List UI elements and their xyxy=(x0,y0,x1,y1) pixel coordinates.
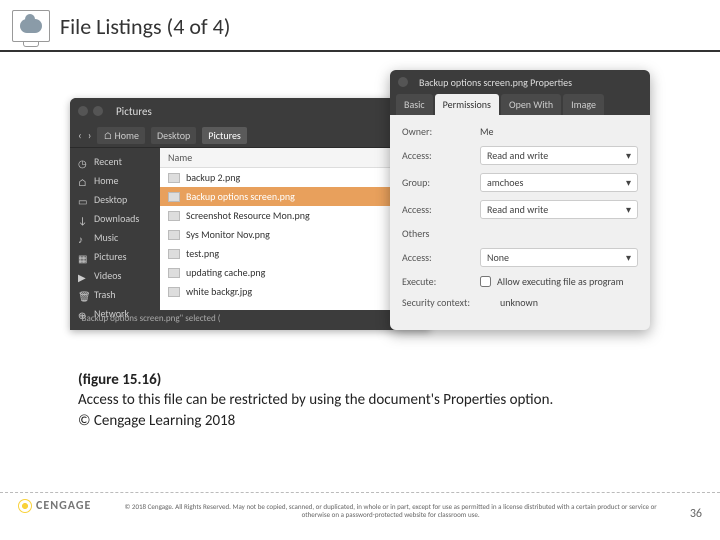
file-manager-window: Pictures ‹ › ⌂ Home Desktop Pictures ◷Re… xyxy=(70,98,430,330)
clock-icon: ◷ xyxy=(78,157,88,167)
slide-title: File Listings (4 of 4) xyxy=(60,13,230,40)
security-context-label: Security context: xyxy=(402,296,492,309)
prop-tabs: Basic Permissions Open With Image xyxy=(390,94,650,115)
download-icon: ↓ xyxy=(78,214,88,224)
cengage-logo: CENGAGE xyxy=(18,499,91,513)
tab-image[interactable]: Image xyxy=(563,94,604,115)
sidebar-item-videos[interactable]: ▶Videos xyxy=(70,266,160,285)
breadcrumb-desktop[interactable]: Desktop xyxy=(151,127,196,144)
figure-number: (figure 15.16) xyxy=(78,370,720,390)
music-icon: ♪ xyxy=(78,233,88,243)
others-label: Others xyxy=(402,227,472,240)
cloud-monitor-icon xyxy=(12,10,50,42)
fm-titlebar: Pictures xyxy=(70,98,430,124)
fm-statusbar: "Backup options screen.png" selected ( xyxy=(70,310,430,330)
prop-window-title: Backup options screen.png Properties xyxy=(419,76,572,89)
image-file-icon xyxy=(168,173,180,183)
sidebar-item-recent[interactable]: ◷Recent xyxy=(70,152,160,171)
sidebar-item-trash[interactable]: 🗑Trash xyxy=(70,285,160,304)
minimize-icon[interactable] xyxy=(93,106,103,116)
sun-icon xyxy=(18,499,32,513)
prop-body: Owner: Me Access: Read and write▾ Group: am… xyxy=(390,115,650,327)
owner-label: Owner: xyxy=(402,125,472,138)
chevron-down-icon: ▾ xyxy=(626,203,631,216)
properties-dialog: Backup options screen.png Properties Bas… xyxy=(390,70,650,330)
chevron-down-icon: ▾ xyxy=(626,149,631,162)
execute-checkbox[interactable]: Allow executing file as program xyxy=(480,275,624,288)
figure-caption: (figure 15.16) Access to this file can b… xyxy=(78,370,720,431)
image-file-icon xyxy=(168,192,180,202)
image-file-icon xyxy=(168,230,180,240)
execute-label: Execute: xyxy=(402,275,472,288)
access-label: Access: xyxy=(402,251,472,264)
slide-footer: CENGAGE © 2018 Cengage. All Rights Reser… xyxy=(0,492,720,540)
access-label: Access: xyxy=(402,203,472,216)
owner-value: Me xyxy=(480,125,638,138)
copyright-text: © 2018 Cengage. All Rights Reserved. May… xyxy=(91,499,689,520)
breadcrumb-current[interactable]: Pictures xyxy=(202,127,247,144)
slide-header: File Listings (4 of 4) xyxy=(0,0,720,52)
sidebar-item-music[interactable]: ♪Music xyxy=(70,228,160,247)
pictures-icon: ▦ xyxy=(78,252,88,262)
tab-open-with[interactable]: Open With xyxy=(501,94,561,115)
owner-access-select[interactable]: Read and write▾ xyxy=(480,146,638,165)
page-number: 36 xyxy=(690,499,702,521)
caption-credit: © Cengage Learning 2018 xyxy=(78,411,720,431)
back-icon[interactable]: ‹ xyxy=(78,129,82,142)
prop-titlebar: Backup options screen.png Properties xyxy=(390,70,650,94)
chevron-down-icon: ▾ xyxy=(626,251,631,264)
chevron-down-icon: ▾ xyxy=(626,176,631,189)
fm-sidebar: ◷Recent ⌂Home ▭Desktop ↓Downloads ♪Music… xyxy=(70,148,160,310)
close-icon[interactable] xyxy=(398,77,408,87)
access-label: Access: xyxy=(402,149,472,162)
caption-text: Access to this file can be restricted by… xyxy=(78,390,720,410)
tab-basic[interactable]: Basic xyxy=(396,94,433,115)
breadcrumb-home[interactable]: ⌂ Home xyxy=(97,127,145,144)
close-icon[interactable] xyxy=(78,106,88,116)
fm-window-title: Pictures xyxy=(116,105,152,118)
sidebar-item-downloads[interactable]: ↓Downloads xyxy=(70,209,160,228)
group-select[interactable]: amchoes▾ xyxy=(480,173,638,192)
sidebar-item-desktop[interactable]: ▭Desktop xyxy=(70,190,160,209)
image-file-icon xyxy=(168,287,180,297)
others-access-select[interactable]: None▾ xyxy=(480,248,638,267)
security-context-value: unknown xyxy=(500,296,638,309)
home-icon: ⌂ xyxy=(78,176,88,186)
image-file-icon xyxy=(168,211,180,221)
image-file-icon xyxy=(168,268,180,278)
sidebar-item-pictures[interactable]: ▦Pictures xyxy=(70,247,160,266)
image-file-icon xyxy=(168,249,180,259)
group-access-select[interactable]: Read and write▾ xyxy=(480,200,638,219)
group-label: Group: xyxy=(402,176,472,189)
video-icon: ▶ xyxy=(78,271,88,281)
desktop-icon: ▭ xyxy=(78,195,88,205)
trash-icon: 🗑 xyxy=(78,290,88,300)
home-icon: ⌂ xyxy=(103,129,112,142)
figure-screenshot: Pictures ‹ › ⌂ Home Desktop Pictures ◷Re… xyxy=(70,70,650,350)
fm-toolbar: ‹ › ⌂ Home Desktop Pictures xyxy=(70,124,430,148)
sidebar-item-home[interactable]: ⌂Home xyxy=(70,171,160,190)
tab-permissions[interactable]: Permissions xyxy=(435,94,499,115)
forward-icon[interactable]: › xyxy=(88,129,92,142)
